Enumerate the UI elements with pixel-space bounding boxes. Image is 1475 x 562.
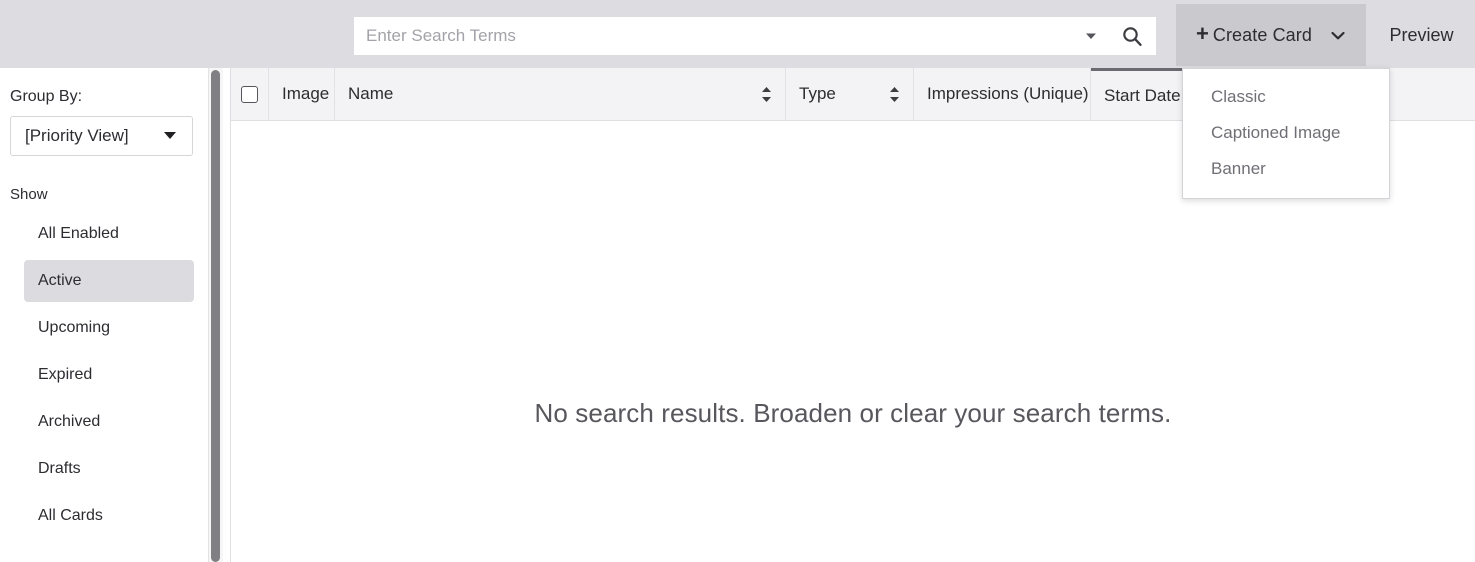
menu-item-label: Classic <box>1211 87 1266 106</box>
empty-results-message: No search results. Broaden or clear your… <box>534 398 1172 428</box>
sidebar-item-all-enabled[interactable]: All Enabled <box>24 213 194 255</box>
menu-item-banner[interactable]: Banner <box>1183 151 1389 187</box>
preview-label: Preview <box>1389 24 1454 45</box>
sidebar-item-upcoming[interactable]: Upcoming <box>24 307 194 349</box>
create-card-dropdown-menu: Classic Captioned Image Banner <box>1182 68 1390 200</box>
sidebar-item-label: Expired <box>38 366 93 383</box>
column-label-type: Type <box>799 84 836 103</box>
plus-icon: + <box>1195 21 1209 46</box>
menu-item-label: Banner <box>1211 158 1266 178</box>
sidebar-item-label: Archived <box>38 413 101 430</box>
table-header-image: Image <box>269 68 335 120</box>
top-header-bar: + Create Card Preview <box>0 0 1475 68</box>
search-input[interactable] <box>354 17 1074 55</box>
select-all-checkbox[interactable] <box>241 85 258 103</box>
sidebar-item-label: Upcoming <box>38 319 111 336</box>
sort-arrows-icon[interactable] <box>889 86 900 103</box>
search-icon[interactable] <box>1108 17 1156 55</box>
table-header-impressions: Impressions (Unique) <box>914 68 1091 120</box>
group-by-select[interactable]: [Priority View] <box>10 116 193 156</box>
sidebar-item-archived[interactable]: Archived <box>24 401 194 443</box>
column-label-image: Image <box>282 84 330 103</box>
sidebar-item-label: Drafts <box>38 460 81 477</box>
column-label-name: Name <box>348 84 394 103</box>
group-by-label: Group By: <box>10 88 83 105</box>
show-label: Show <box>10 186 48 203</box>
create-card-button-content: + Create Card <box>1195 21 1346 46</box>
table-header-type[interactable]: Type <box>786 68 914 120</box>
create-card-label: Create Card <box>1212 24 1312 45</box>
sidebar-item-label: Active <box>38 272 82 289</box>
sidebar: Group By: [Priority View] Show All Enabl… <box>0 68 211 562</box>
create-card-chevron-down-icon[interactable] <box>1330 30 1346 41</box>
search-options-chevron-down-icon[interactable] <box>1074 17 1108 55</box>
group-by-selected-value: [Priority View] <box>25 126 129 145</box>
column-label-impressions: Impressions (Unique) <box>927 84 1089 103</box>
search-bar <box>354 17 1156 55</box>
sidebar-item-expired[interactable]: Expired <box>24 354 194 396</box>
table-header-name[interactable]: Name <box>335 68 786 120</box>
preview-button[interactable]: Preview <box>1368 4 1475 66</box>
create-card-button[interactable]: + Create Card <box>1176 4 1366 66</box>
table-header-select-all-cell <box>231 68 269 120</box>
sort-arrows-icon[interactable] <box>761 86 772 103</box>
vertical-scrollbar-thumb[interactable] <box>211 70 220 562</box>
menu-item-captioned-image[interactable]: Captioned Image <box>1183 115 1389 151</box>
sidebar-item-all-cards[interactable]: All Cards <box>24 495 194 537</box>
menu-item-classic[interactable]: Classic <box>1183 79 1389 115</box>
show-filter-list: All Enabled Active Upcoming Expired Arch… <box>0 213 211 537</box>
sidebar-item-label: All Cards <box>38 507 103 524</box>
sidebar-item-label: All Enabled <box>38 225 119 242</box>
table-header-start-date[interactable]: Start Date <box>1091 68 1187 120</box>
group-by-triangle-down-icon <box>162 127 178 145</box>
card-manager-app: + Create Card Preview Group By: [Priorit… <box>0 0 1475 562</box>
column-label-start-date: Start Date <box>1104 85 1181 105</box>
sidebar-item-active[interactable]: Active <box>24 260 194 302</box>
sidebar-item-drafts[interactable]: Drafts <box>24 448 194 490</box>
menu-item-label: Captioned Image <box>1211 122 1341 142</box>
